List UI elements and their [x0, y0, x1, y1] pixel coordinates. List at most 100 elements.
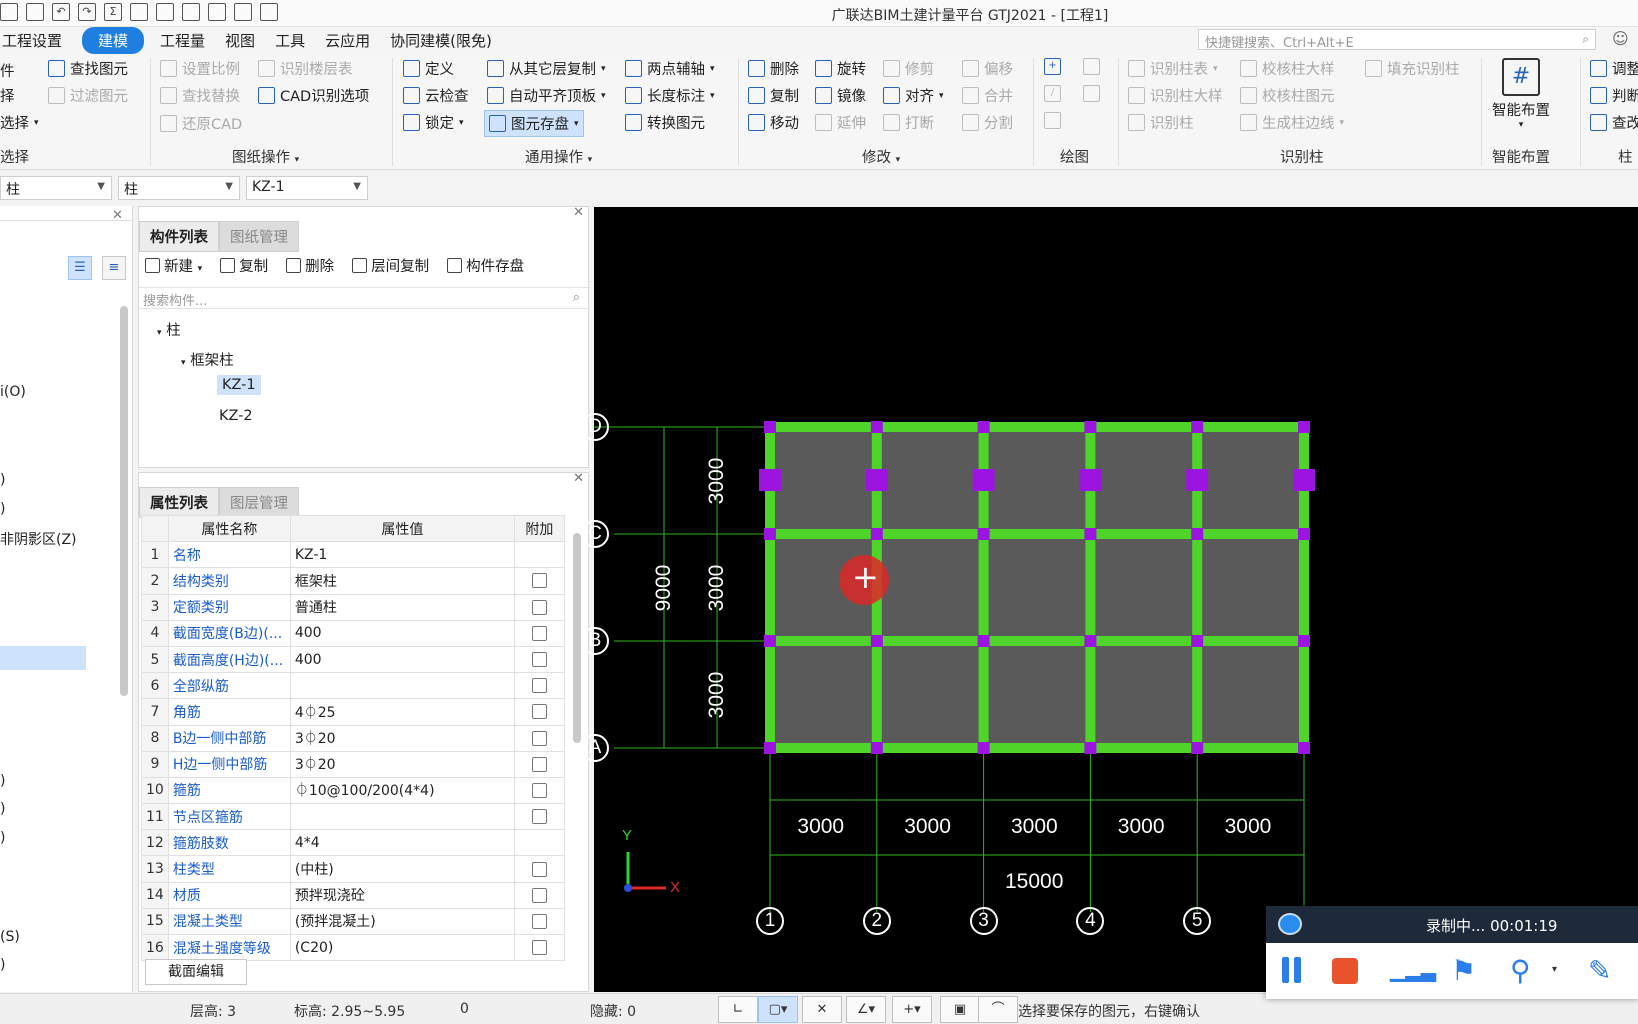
draw-arc-button[interactable]: [1044, 112, 1061, 129]
component-type-select[interactable]: 柱 ▼: [118, 176, 240, 200]
property-row[interactable]: 7 角筋 4⏀25: [141, 698, 565, 726]
close-icon[interactable]: ✕: [573, 205, 584, 220]
plan-drawing[interactable]: [594, 207, 1638, 992]
recognize-floor-table-button[interactable]: 识别楼层表: [258, 58, 353, 79]
component-search-input[interactable]: 搜索构件... ⌕: [139, 287, 588, 309]
property-value[interactable]: 普通柱: [289, 593, 515, 621]
cross-toggle-icon[interactable]: ✕: [802, 996, 842, 1023]
tree-item-kz2[interactable]: KZ-2: [219, 408, 253, 424]
attach-cell[interactable]: [513, 933, 565, 962]
property-row[interactable]: 9 H边一侧中部筋 3⏀20: [141, 750, 565, 778]
close-icon[interactable]: ✕: [573, 471, 584, 486]
move-button[interactable]: 移动: [748, 112, 799, 133]
nav-item-5[interactable]: ): [0, 773, 5, 789]
property-value[interactable]: 4*4: [289, 829, 515, 857]
property-value[interactable]: 3⏀20: [289, 724, 515, 752]
nav-item-3[interactable]: ): [0, 501, 5, 517]
arc-toggle-icon[interactable]: ⌒: [978, 996, 1018, 1023]
property-value[interactable]: (C20): [289, 933, 515, 962]
new-component-button[interactable]: 新建 ▾: [145, 255, 202, 276]
save-component-button[interactable]: 构件存盘: [447, 255, 524, 276]
delete-button[interactable]: 删除: [748, 58, 799, 79]
property-row[interactable]: 10 箍筋 ⏀10@100/200(4*4): [141, 776, 565, 805]
check-column-element-button[interactable]: 校核柱图元: [1240, 85, 1335, 106]
convert-element-button[interactable]: 转换图元: [625, 112, 705, 133]
ortho-toggle-icon[interactable]: ∟: [718, 996, 758, 1023]
tab-layer-management[interactable]: 图层管理: [219, 487, 299, 518]
query-modify-button[interactable]: 查改: [1590, 112, 1638, 133]
attach-checkbox[interactable]: [531, 599, 547, 615]
property-row[interactable]: 5 截面高度(H边)(... 400: [141, 645, 565, 674]
property-value[interactable]: 框架柱: [289, 567, 515, 595]
menu-quantity[interactable]: 工程量: [160, 30, 221, 51]
nav-scrollbar[interactable]: [120, 306, 128, 696]
property-row[interactable]: 6 全部纵筋: [141, 672, 565, 700]
nav-item-6[interactable]: ): [0, 801, 5, 817]
find-replace-button[interactable]: 查找替换: [160, 85, 240, 106]
draw-rect-button[interactable]: [1083, 85, 1100, 102]
draw-point-button[interactable]: +: [1044, 58, 1061, 75]
mirror-button[interactable]: 镜像: [815, 85, 866, 106]
attach-checkbox[interactable]: [531, 625, 547, 641]
attach-checkbox[interactable]: [531, 887, 547, 903]
recognize-column-button[interactable]: 识别柱: [1128, 112, 1194, 133]
break-button[interactable]: 打断: [883, 112, 934, 133]
webcam-add-icon[interactable]: ⚲: [1510, 954, 1531, 987]
property-value[interactable]: 预拌现浇砼: [289, 881, 515, 909]
property-row[interactable]: 8 B边一侧中部筋 3⏀20: [141, 724, 565, 752]
offset-toggle-icon[interactable]: +▾: [892, 996, 932, 1023]
tree-root[interactable]: ▾ 柱: [157, 319, 181, 340]
menu-collab[interactable]: 协同建模(限免): [390, 30, 508, 51]
filter-element-button[interactable]: 过滤图元: [48, 85, 128, 106]
menu-project-settings[interactable]: 工程设置: [0, 30, 78, 51]
copy-from-other-floor-button[interactable]: 从其它层复制 ▾: [487, 58, 606, 79]
ribbon-select-3[interactable]: 选择 ▾: [0, 112, 39, 133]
auto-align-top-button[interactable]: 自动平齐顶板 ▾: [487, 85, 606, 106]
copy-between-floors-button[interactable]: 层间复制: [352, 255, 429, 276]
pause-icon[interactable]: [1282, 957, 1289, 983]
attach-checkbox[interactable]: [531, 730, 547, 746]
snap-toggle-icon[interactable]: ▢▾: [758, 996, 798, 1023]
align-button[interactable]: 对齐 ▾: [883, 85, 944, 106]
menu-cloud[interactable]: 云应用: [325, 30, 386, 51]
copy-component-button[interactable]: 复制: [220, 255, 268, 276]
define-button[interactable]: 定义: [403, 58, 454, 79]
restore-cad-button[interactable]: 还原CAD: [160, 113, 242, 134]
tab-property-list[interactable]: 属性列表: [139, 487, 219, 518]
nav-item-4[interactable]: 非阴影区(Z): [0, 529, 77, 549]
menu-view[interactable]: 视图: [225, 30, 271, 51]
judge-button[interactable]: 判断: [1590, 85, 1638, 106]
property-row[interactable]: 4 截面宽度(B边)(... 400: [141, 619, 565, 647]
attach-checkbox[interactable]: [531, 940, 547, 956]
delete-component-button[interactable]: 删除: [286, 255, 334, 276]
attach-cell[interactable]: [513, 593, 565, 621]
split-button[interactable]: 分割: [962, 112, 1013, 133]
tab-drawing-management[interactable]: 图纸管理: [219, 221, 299, 252]
property-row[interactable]: 3 定额类别 普通柱: [141, 593, 565, 621]
property-scrollbar[interactable]: [573, 533, 581, 743]
attach-checkbox[interactable]: [531, 782, 547, 798]
attach-cell[interactable]: [513, 803, 565, 831]
trim-button[interactable]: 修剪: [883, 58, 934, 79]
lock-button[interactable]: 锁定 ▾: [403, 112, 464, 133]
attach-cell[interactable]: [513, 907, 565, 936]
nav-selected-item[interactable]: [0, 646, 86, 670]
property-value[interactable]: KZ-1: [289, 541, 515, 569]
check-column-detail-button[interactable]: 校核柱大样: [1240, 58, 1335, 79]
attach-cell[interactable]: [513, 776, 565, 805]
tree-item-kz1[interactable]: KZ-1: [217, 375, 261, 395]
attach-cell[interactable]: [513, 750, 565, 778]
nav-item-9[interactable]: ): [0, 957, 5, 973]
property-row[interactable]: 1 名称 KZ-1: [141, 541, 565, 569]
property-value[interactable]: (中柱): [289, 855, 515, 883]
nav-item-7[interactable]: ): [0, 830, 5, 846]
list-view-icon[interactable]: ☰: [68, 256, 92, 280]
property-value[interactable]: 400: [289, 619, 515, 647]
property-value[interactable]: [289, 672, 515, 700]
nav-item-2[interactable]: ): [0, 472, 5, 488]
rotate-button[interactable]: 旋转: [815, 58, 866, 79]
generate-column-edge-button[interactable]: 生成柱边线 ▾: [1240, 112, 1344, 133]
tree-group[interactable]: ▾ 框架柱: [181, 349, 234, 370]
ribbon-select-2[interactable]: 择: [0, 85, 15, 106]
property-row[interactable]: 15 混凝土类型 (预拌混凝土): [141, 907, 565, 936]
